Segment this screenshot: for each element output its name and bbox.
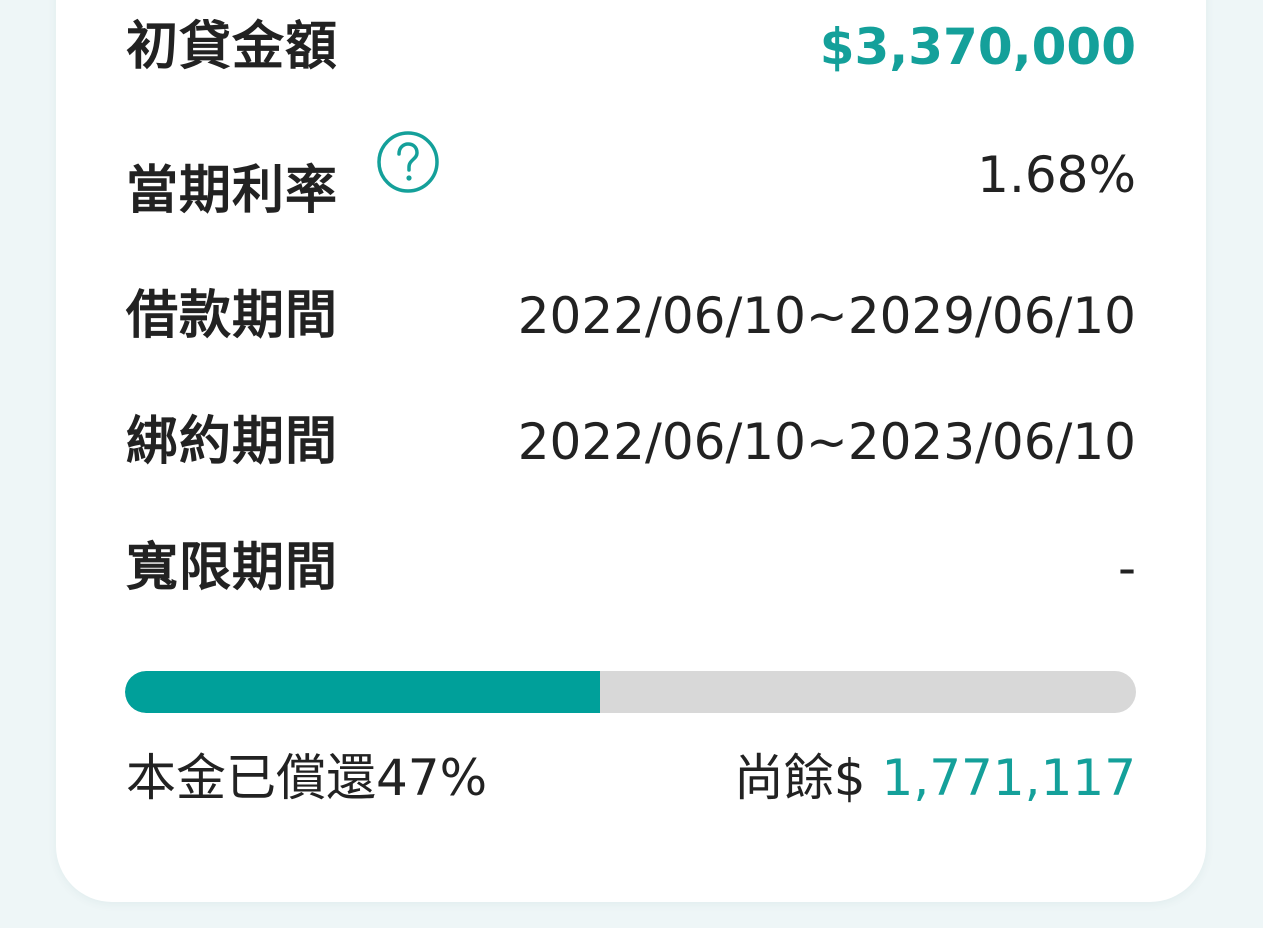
repaid-percentage-text: 本金已償還47% <box>126 749 488 807</box>
interest-rate-row: 當期利率 1.68% <box>126 131 1136 222</box>
loan-period-value: 2022/06/10~2029/06/10 <box>517 287 1136 345</box>
interest-rate-label: 當期利率 <box>126 161 339 221</box>
repayment-progress-bar <box>125 671 1136 713</box>
initial-amount-row: 初貸金額 $3,370,000 <box>126 12 1136 82</box>
interest-rate-value: 1.68% <box>977 146 1136 204</box>
grace-period-label: 寬限期間 <box>126 538 339 598</box>
initial-amount-label: 初貸金額 <box>126 17 339 77</box>
repayment-progress-fill <box>125 671 601 713</box>
remaining-balance: 尚餘$ 1,771,117 <box>734 745 1136 811</box>
initial-amount-value: $3,370,000 <box>819 18 1136 76</box>
remaining-prefix: 尚餘$ <box>733 749 882 807</box>
binding-period-row: 綁約期間 2022/06/10~2023/06/10 <box>126 407 1136 477</box>
loan-period-label: 借款期間 <box>126 286 339 346</box>
question-circle-icon[interactable] <box>376 130 440 194</box>
binding-period-label: 綁約期間 <box>126 412 339 472</box>
loan-period-row: 借款期間 2022/06/10~2029/06/10 <box>126 281 1136 351</box>
binding-period-value: 2022/06/10~2023/06/10 <box>517 413 1136 471</box>
remaining-amount: 1,771,117 <box>881 749 1136 807</box>
grace-period-row: 寬限期間 - <box>126 533 1136 603</box>
grace-period-value: - <box>1117 539 1136 597</box>
